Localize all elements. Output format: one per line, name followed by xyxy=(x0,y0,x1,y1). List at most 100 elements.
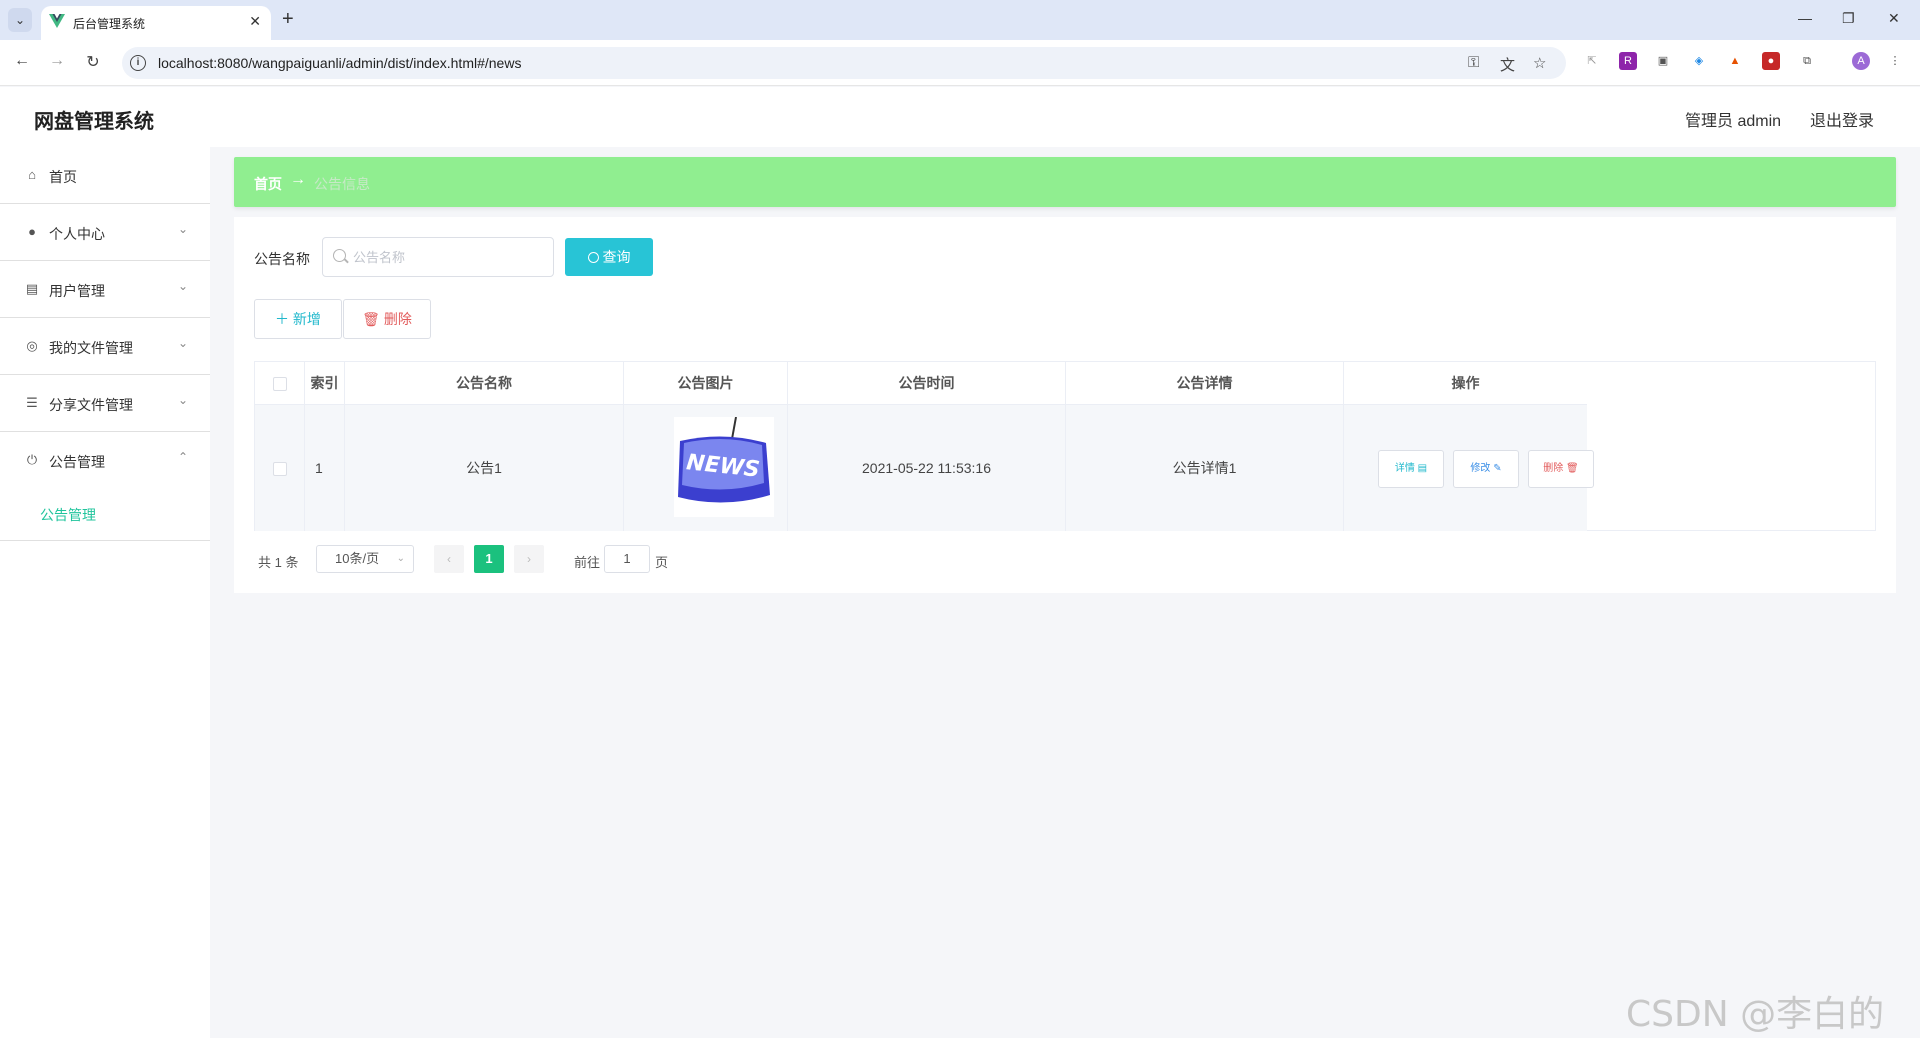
search-label: 公告名称 xyxy=(254,251,310,267)
minimize-icon[interactable]: — xyxy=(1798,10,1812,26)
trash-icon: 🗑 xyxy=(362,311,380,327)
search-input[interactable] xyxy=(353,247,543,267)
header-select-all[interactable] xyxy=(255,362,305,405)
chevron-down-icon: ⌄ xyxy=(177,393,188,407)
detail-button-label: 详情 xyxy=(1394,463,1415,474)
clipboard-icon: ▤ xyxy=(25,281,39,296)
logout-link[interactable]: 退出登录 xyxy=(1810,107,1874,131)
extension-cursor-icon[interactable]: ⇱ xyxy=(1583,52,1601,70)
translate-icon[interactable]: 文 xyxy=(1500,54,1515,75)
extension-purple-icon[interactable]: R xyxy=(1619,52,1637,70)
chevron-down-icon: ⌄ xyxy=(177,336,188,350)
list-icon: ☰ xyxy=(26,395,38,410)
search-icon xyxy=(333,249,346,262)
breadcrumb-home[interactable]: 首页 xyxy=(254,174,282,194)
sidebar-item-label: 个人中心 xyxy=(49,226,105,242)
name-cell: 公告1 xyxy=(345,405,624,531)
edit-icon: ✎ xyxy=(1493,463,1502,474)
address-bar[interactable]: i localhost:8080/wangpaiguanli/admin/dis… xyxy=(122,47,1566,79)
forward-icon[interactable]: → xyxy=(46,52,68,70)
edit-button-label: 修改 xyxy=(1470,463,1491,474)
delete-button-label: 删除 xyxy=(1543,463,1564,474)
sidebar-item-announcements[interactable]: ⏻ 公告管理 ⌃ xyxy=(0,432,210,489)
column-header: 公告图片 xyxy=(624,362,788,405)
arrow-right-icon: → xyxy=(290,171,306,188)
browser-tab[interactable]: 后台管理系统 ✕ xyxy=(41,6,271,40)
sidebar-item-label: 首页 xyxy=(49,169,77,185)
extension-layers-icon[interactable]: ◈ xyxy=(1690,52,1708,70)
chevron-down-icon: ⌄ xyxy=(396,553,405,564)
checkbox[interactable] xyxy=(272,377,287,392)
column-header: 公告时间 xyxy=(788,362,1066,405)
image-cell: NEWS xyxy=(624,405,788,531)
close-window-icon[interactable]: ✕ xyxy=(1888,10,1900,27)
search-icon xyxy=(587,252,599,263)
detail-button[interactable]: 详情 ▤ xyxy=(1378,450,1444,488)
sidebar-item-my-files[interactable]: ◎ 我的文件管理 ⌄ xyxy=(0,318,210,375)
breadcrumb-current: 公告信息 xyxy=(314,176,370,192)
app-title: 网盘管理系统 xyxy=(34,111,154,133)
sidebar: ⌂ 首页 ● 个人中心 ⌄ ▤ 用户管理 ⌄ ◎ 我的文件管理 ⌄ ☰ 分享文件… xyxy=(0,147,210,1038)
add-button[interactable]: ＋ 新增 xyxy=(254,299,342,339)
delete-button[interactable]: 删除 🗑 xyxy=(1528,450,1594,488)
watermark: CSDN @李白的粉 xyxy=(1626,994,1885,1035)
reload-icon[interactable]: ↻ xyxy=(82,52,104,72)
sidebar-item-label: 用户管理 xyxy=(49,283,105,299)
index-cell: 1 xyxy=(305,405,345,531)
detail-cell: 公告详情1 xyxy=(1066,405,1344,531)
trash-icon: 🗑 xyxy=(1566,463,1579,474)
page-size-select[interactable]: 10条/页 ⌄ xyxy=(316,545,414,573)
current-user: 管理员 admin xyxy=(1685,113,1782,130)
sidebar-item-label: 分享文件管理 xyxy=(49,397,133,413)
current-page-button[interactable]: 1 xyxy=(474,545,504,573)
prev-page-button[interactable]: ‹ xyxy=(434,545,464,573)
goto-suffix: 页 xyxy=(655,555,669,570)
profile-avatar-icon[interactable]: A xyxy=(1852,52,1870,70)
column-header: 索引 xyxy=(305,362,345,405)
url-text[interactable]: localhost:8080/wangpaiguanli/admin/dist/… xyxy=(158,55,521,71)
sidebar-item-user-management[interactable]: ▤ 用户管理 ⌄ xyxy=(0,261,210,318)
browser-menu-icon[interactable]: ⋮ xyxy=(1886,52,1904,70)
close-tab-icon[interactable]: ✕ xyxy=(249,13,261,30)
browser-toolbar: ← → ↻ i localhost:8080/wangpaiguanli/adm… xyxy=(0,40,1920,86)
app-header: 网盘管理系统 管理员 admin 退出登录 xyxy=(0,87,1920,147)
pagination-total: 共 1 条 xyxy=(258,555,299,570)
site-info-icon[interactable]: i xyxy=(130,55,146,71)
column-header: 公告详情 xyxy=(1066,362,1344,405)
batch-delete-button[interactable]: 🗑 删除 xyxy=(343,299,431,339)
vue-logo-icon xyxy=(49,14,65,28)
chevron-up-icon: ⌃ xyxy=(177,450,188,464)
search-field[interactable] xyxy=(322,237,554,277)
sidebar-item-shared-files[interactable]: ☰ 分享文件管理 ⌄ xyxy=(0,375,210,432)
submenu-item-announcement-management[interactable]: 公告管理 xyxy=(0,489,210,541)
column-header: 操作 xyxy=(1344,362,1587,405)
delete-button-label: 删除 xyxy=(383,311,412,327)
password-key-icon[interactable]: ⚿ xyxy=(1468,54,1479,71)
sidebar-item-personal-center[interactable]: ● 个人中心 ⌄ xyxy=(0,204,210,261)
new-tab-icon[interactable]: + xyxy=(282,8,294,30)
user-icon: ● xyxy=(28,224,36,239)
restore-icon[interactable]: ❐ xyxy=(1842,10,1855,27)
bookmark-star-icon[interactable]: ☆ xyxy=(1533,54,1546,72)
next-page-button[interactable]: › xyxy=(514,545,544,573)
tab-list-dropdown[interactable]: ⌄ xyxy=(8,8,32,32)
sidebar-item-label: 公告管理 xyxy=(49,454,105,470)
extension-shield-icon[interactable]: ● xyxy=(1762,52,1780,70)
sidebar-item-label: 我的文件管理 xyxy=(49,340,133,356)
extension-gamepad-icon[interactable]: ▣ xyxy=(1654,52,1672,70)
page-size-value: 10条/页 xyxy=(335,551,380,566)
query-button[interactable]: 查询 xyxy=(565,238,653,276)
goto-label: 前往 xyxy=(574,555,601,570)
document-icon: ▤ xyxy=(1417,463,1428,474)
extensions-puzzle-icon[interactable]: ⧉ xyxy=(1798,52,1816,70)
extension-tree-icon[interactable]: ▲ xyxy=(1726,52,1744,70)
edit-button[interactable]: 修改 ✎ xyxy=(1453,450,1519,488)
sidebar-item-home[interactable]: ⌂ 首页 xyxy=(0,147,210,204)
back-icon[interactable]: ← xyxy=(11,52,33,70)
row-select-cell[interactable] xyxy=(255,405,305,531)
checkbox[interactable] xyxy=(272,462,287,477)
news-image[interactable]: NEWS xyxy=(674,417,774,517)
goto-page-input[interactable]: 1 xyxy=(604,545,650,573)
submenu-item-label: 公告管理 xyxy=(40,507,96,523)
compass-icon: ◎ xyxy=(26,338,38,353)
